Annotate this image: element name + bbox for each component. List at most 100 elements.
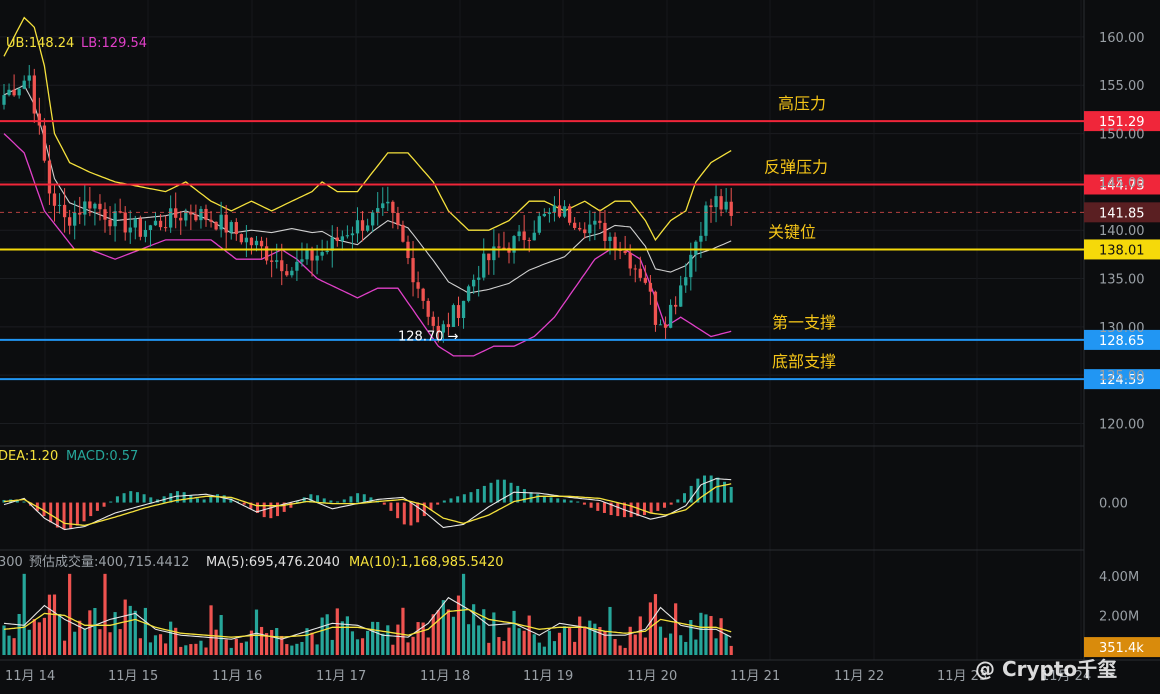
candle-body [163,227,168,229]
volume-bar [325,614,329,655]
candle-body [699,235,703,242]
candle-body [310,249,314,261]
volume-bar [239,642,243,655]
candle-body [239,234,243,243]
candle-body [57,204,62,206]
candle-body [648,282,653,292]
volume-bar [679,635,683,655]
volume-bar [391,644,395,655]
candle-body [497,246,501,248]
macd-histogram-bar [669,502,673,505]
volume-bar [638,616,642,655]
price-axis-tick: 125.00 [1099,369,1145,384]
volume-axis-tick: 2.00M [1099,609,1139,624]
candle-body [214,221,218,230]
candle-body [98,203,102,210]
macd-histogram-bar [135,492,139,503]
candle-body [169,208,173,228]
candle-body [345,235,350,237]
macd-histogram-bar [549,497,553,503]
macd-histogram-bar [49,502,53,523]
macd-histogram-bar [462,494,466,503]
macd-histogram-bar [322,498,326,503]
low-price-annotation: 128.70 → [398,329,459,344]
candle-body [532,232,536,241]
candle-body [305,249,309,260]
macd-histogram-bar [95,502,99,511]
volume-bar [209,605,213,655]
candle-body [522,231,526,241]
trading-chart[interactable]: 高压力151.29反弹压力144.73关键位138.01第一支撑128.65底部… [0,0,1160,694]
volume-bar [431,614,435,655]
candle-body [244,237,249,243]
macd-histogram-bar [149,497,153,503]
volume-bar [573,641,577,655]
volume-bar [663,637,668,655]
macd-histogram-bar [602,502,606,513]
volume-legend: 300 预估成交量:400,715.4412 MA(5):695,476.204… [0,554,504,570]
candle-body [62,204,67,218]
time-axis-tick: 11月 14 [5,669,55,684]
volume-axis-tick: 4.00M [1099,570,1139,585]
candle-body [224,214,228,233]
volume-bar [234,638,238,655]
macd-histogram-bar [82,502,86,522]
volume-bar [22,573,26,655]
volume-bar [194,643,198,655]
candle-body [381,203,385,209]
time-axis-tick: 11月 19 [523,669,573,684]
volume-bar [57,613,62,655]
volume-bar [310,632,314,655]
volume-bar [340,621,344,655]
volume-bar [219,615,223,655]
candle-body [704,205,708,236]
volume-bar [153,635,158,655]
volume-bar [709,616,713,655]
macd-histogram-bar [182,492,186,503]
volume-bar [52,594,57,655]
volume-bar [719,618,723,655]
candle-body [376,208,380,213]
macd-histogram-bar [729,486,733,503]
volume-bar [204,647,208,655]
volume-current-tag-text: 351.4k [1099,641,1144,656]
volume-bar [184,645,188,655]
time-axis-tick: 11月 21 [730,669,780,684]
candle-body [143,229,148,237]
candle-body [588,224,592,234]
volume-bar [487,642,491,655]
volume-bar [73,631,77,655]
candle-body [371,212,375,226]
candle-body [613,236,617,250]
volume-bar [270,629,274,655]
candle-body [234,222,238,235]
volume-bar [446,609,450,655]
volume-ma10: MA(10):1,168,985.5420 [349,555,504,570]
candle-body [451,305,456,327]
volume-bar [618,645,622,655]
volume-bar [366,630,370,655]
volume-bar [47,594,52,655]
macd-histogram-bar [662,502,666,508]
volume-bar [386,625,390,655]
candle-body [674,304,678,307]
candle-body [401,224,405,242]
candle-body [128,227,132,233]
volume-bar [199,640,203,655]
level-label: 高压力 [778,94,826,113]
macd-histogram-bar [562,499,566,503]
candle-body [684,277,688,286]
macd-histogram-bar [215,494,219,503]
candle-body [320,252,324,256]
volume-bar [598,627,602,655]
candle-body [93,203,97,209]
candle-body [583,229,587,234]
candle-body [719,196,723,210]
volume-bar [164,643,168,655]
candle-body [643,277,647,283]
volume-bar [568,627,572,655]
volume-bar [275,628,279,655]
volume-bar [729,645,733,655]
volume-bar [376,621,380,655]
macd-histogram-bar [329,500,333,503]
